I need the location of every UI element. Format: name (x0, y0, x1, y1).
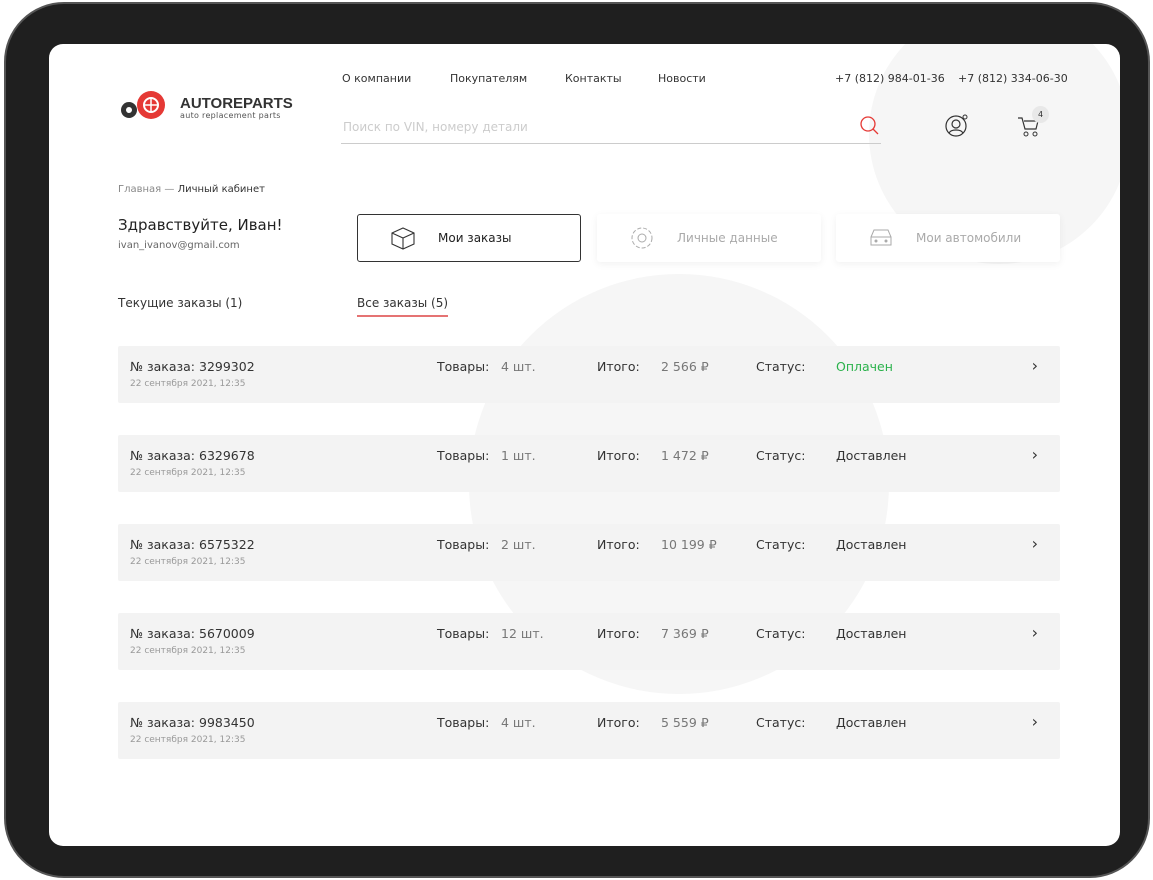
items-label: Товары: (437, 715, 490, 730)
order-label: № заказа: (130, 537, 196, 552)
breadcrumb-home[interactable]: Главная (118, 184, 161, 195)
breadcrumb-current: Личный кабинет (177, 184, 265, 195)
order-date: 22 сентября 2021, 12:35 (130, 379, 246, 389)
breadcrumb: Главная — Личный кабинет (118, 184, 265, 195)
card-personal-data[interactable]: Личные данные (597, 214, 821, 262)
order-date: 22 сентября 2021, 12:35 (130, 646, 246, 656)
card-label: Личные данные (677, 231, 778, 245)
chevron-right-icon[interactable]: › (1032, 356, 1038, 375)
order-row[interactable]: № заказа: 5670009 22 сентября 2021, 12:3… (118, 613, 1060, 670)
cart-badge: 4 (1032, 106, 1049, 123)
items-label: Товары: (437, 448, 490, 463)
order-row[interactable]: № заказа: 9983450 22 сентября 2021, 12:3… (118, 702, 1060, 759)
nav-contacts[interactable]: Контакты (565, 72, 622, 85)
phone-2[interactable]: +7 (812) 334-06-30 (958, 72, 1068, 85)
nav-news[interactable]: Новости (658, 72, 706, 85)
order-label: № заказа: (130, 626, 196, 641)
order-date: 22 сентября 2021, 12:35 (130, 468, 246, 478)
total-label: Итого: (597, 715, 640, 730)
order-row[interactable]: № заказа: 6329678 22 сентября 2021, 12:3… (118, 435, 1060, 492)
logo-title: AUTOREPARTS (180, 95, 293, 112)
tab-all-orders[interactable]: Все заказы (5) (357, 296, 449, 317)
phone-1[interactable]: +7 (812) 984-01-36 (835, 72, 945, 85)
chevron-right-icon[interactable]: › (1032, 534, 1038, 553)
status-label: Статус: (756, 537, 806, 552)
order-number: 5670009 (199, 626, 255, 641)
order-label: № заказа: (130, 359, 196, 374)
logo-icon[interactable] (117, 88, 177, 128)
order-label: № заказа: (130, 448, 196, 463)
order-label: № заказа: (130, 715, 196, 730)
items-count: 1 шт. (501, 448, 536, 463)
order-row[interactable]: № заказа: 6575322 22 сентября 2021, 12:3… (118, 524, 1060, 581)
status-value: Доставлен (836, 626, 907, 641)
chevron-right-icon[interactable]: › (1032, 445, 1038, 464)
total-label: Итого: (597, 626, 640, 641)
tablet-frame: AUTOREPARTS auto replacement parts О ком… (4, 2, 1150, 878)
order-number: 9983450 (199, 715, 255, 730)
status-value: Доставлен (836, 715, 907, 730)
status-label: Статус: (756, 715, 806, 730)
search-input[interactable]: Поиск по VIN, номеру детали (341, 114, 881, 144)
search-placeholder: Поиск по VIN, номеру детали (343, 120, 528, 134)
search-icon[interactable] (860, 116, 880, 140)
items-count: 12 шт. (501, 626, 544, 641)
car-icon (866, 227, 896, 249)
total-value: 5 559 ₽ (661, 715, 709, 730)
status-label: Статус: (756, 359, 806, 374)
screen: AUTOREPARTS auto replacement parts О ком… (49, 44, 1120, 846)
total-value: 10 199 ₽ (661, 537, 717, 552)
breadcrumb-separator: — (161, 184, 178, 195)
order-date: 22 сентября 2021, 12:35 (130, 735, 246, 745)
chevron-right-icon[interactable]: › (1032, 623, 1038, 642)
nav-about[interactable]: О компании (342, 72, 411, 85)
items-label: Товары: (437, 626, 490, 641)
status-value: Доставлен (836, 448, 907, 463)
order-date: 22 сентября 2021, 12:35 (130, 557, 246, 567)
total-value: 7 369 ₽ (661, 626, 709, 641)
items-label: Товары: (437, 359, 490, 374)
status-label: Статус: (756, 626, 806, 641)
order-number: 3299302 (199, 359, 255, 374)
nav-customers[interactable]: Покупателям (450, 72, 527, 85)
items-label: Товары: (437, 537, 490, 552)
order-number: 6575322 (199, 537, 255, 552)
logo-subtitle: auto replacement parts (180, 111, 281, 120)
items-count: 2 шт. (501, 537, 536, 552)
total-value: 1 472 ₽ (661, 448, 709, 463)
card-label: Мои заказы (438, 231, 512, 245)
chevron-right-icon[interactable]: › (1032, 712, 1038, 731)
total-label: Итого: (597, 359, 640, 374)
total-value: 2 566 ₽ (661, 359, 709, 374)
card-my-orders[interactable]: Мои заказы (357, 214, 581, 262)
status-value: Оплачен (836, 359, 893, 374)
user-settings-icon[interactable] (945, 113, 969, 141)
box-icon (388, 226, 418, 250)
total-label: Итого: (597, 537, 640, 552)
user-email: ivan_ivanov@gmail.com (118, 240, 240, 251)
card-label: Мои автомобили (916, 231, 1022, 245)
items-count: 4 шт. (501, 359, 536, 374)
greeting: Здравствуйте, Иван! (118, 216, 283, 234)
gear-icon (627, 225, 657, 251)
tab-current-orders[interactable]: Текущие заказы (1) (118, 296, 242, 310)
order-number: 6329678 (199, 448, 255, 463)
card-my-cars[interactable]: Мои автомобили (836, 214, 1060, 262)
order-row[interactable]: № заказа: 3299302 22 сентября 2021, 12:3… (118, 346, 1060, 403)
items-count: 4 шт. (501, 715, 536, 730)
status-label: Статус: (756, 448, 806, 463)
status-value: Доставлен (836, 537, 907, 552)
total-label: Итого: (597, 448, 640, 463)
